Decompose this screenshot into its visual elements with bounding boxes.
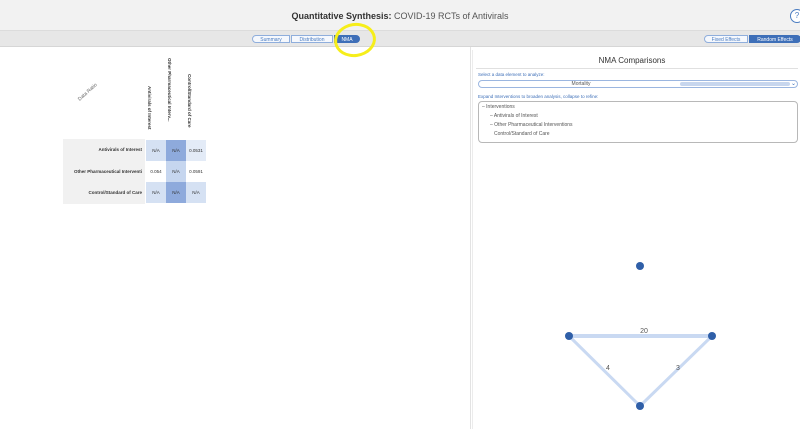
graph-node[interactable] (636, 262, 644, 270)
nma-title-rule (476, 68, 798, 69)
tree-label: Expand Interventions to broaden analysis… (478, 94, 599, 99)
tree-item-label: Other Pharmaceutical Interventions (494, 122, 573, 128)
graph-edge (567, 334, 642, 408)
tree-item[interactable]: – Antivirals of Interest (490, 113, 538, 119)
graph-node[interactable] (565, 332, 573, 340)
matrix-cell: 0.0531 (186, 140, 206, 161)
page-title: Quantitative Synthesis: COVID-19 RCTs of… (0, 11, 800, 21)
tree-item-label: Antivirals of Interest (493, 113, 538, 119)
matrix-cell: N/A (166, 182, 186, 203)
panel-divider (470, 47, 471, 429)
page-title-prefix: Quantitative Synthesis: (291, 11, 392, 21)
matrix-cell: N/A (186, 182, 206, 203)
help-icon[interactable]: ? (790, 9, 800, 23)
matrix-row-header: Other Pharmaceutical Interventi (73, 169, 142, 174)
matrix-row-header: Control/Standard of Care (88, 190, 142, 195)
dash-icon: – (490, 122, 493, 128)
edge-label: 3 (676, 365, 680, 372)
tree-item[interactable]: Control/Standard of Care (494, 131, 550, 137)
matrix-cell: 0.0591 (186, 161, 206, 182)
random-effects-tab[interactable]: Random Effects (749, 35, 800, 43)
matrix-column-header: Other Pharmaceutical Interv... (167, 58, 172, 122)
fixed-effects-tab[interactable]: Fixed Effects (704, 35, 748, 43)
graph-node[interactable] (708, 332, 716, 340)
tree-root-label: Interventions (486, 104, 515, 110)
tree-root[interactable]: – Interventions (482, 104, 515, 110)
select-value: Mortality (571, 81, 591, 87)
nma-title: NMA Comparisons (598, 56, 666, 65)
matrix-row-header: Antivirals of Interest (98, 147, 142, 152)
matrix-panel (0, 47, 470, 429)
page-title-text: COVID-19 RCTs of Antivirals (394, 11, 509, 21)
matrix-cell: 0.054 (146, 161, 166, 182)
collapse-icon[interactable]: – (482, 104, 485, 110)
tree-item[interactable]: – Other Pharmaceutical Interventions (490, 122, 573, 128)
matrix-column-header: Control/Standard of Care (187, 74, 192, 128)
matrix-column-header: Antivirals of Interest (147, 86, 152, 130)
matrix-cell: N/A (166, 161, 186, 182)
edge-label: 4 (606, 365, 610, 372)
nav-bar (0, 31, 800, 47)
select-label: Select a data element to analyze: (478, 72, 545, 77)
chevron-down-icon[interactable]: ⌄ (791, 80, 796, 88)
tree-item-label: Control/Standard of Care (494, 131, 550, 137)
select-scroll-bar[interactable] (680, 82, 790, 86)
matrix-cell: N/A (146, 140, 166, 161)
matrix-cell: N/A (166, 140, 186, 161)
graph-node[interactable] (636, 402, 644, 410)
matrix-cell: N/A (146, 182, 166, 203)
network-graph: 20 4 3 (565, 262, 716, 410)
dash-icon: – (490, 113, 493, 119)
tab-summary[interactable]: Summary (252, 35, 290, 43)
tab-distribution[interactable]: Distribution (291, 35, 333, 43)
edge-label: 20 (640, 328, 648, 335)
